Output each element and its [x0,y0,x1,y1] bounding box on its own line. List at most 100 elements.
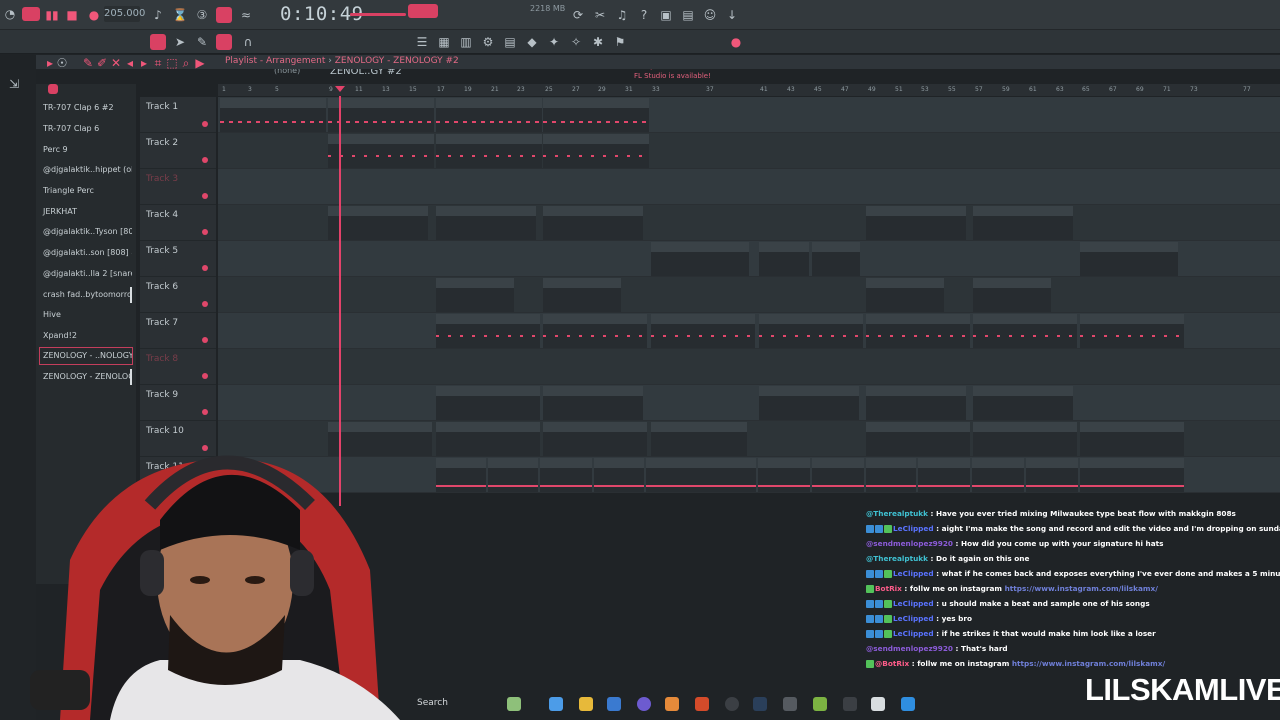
playlist-clip[interactable]: @djgal..[808] [1080,458,1184,492]
track-mute-led[interactable] [202,121,208,127]
wait-icon[interactable]: ⌛ [172,7,188,23]
playlist-clip[interactable]: crash fade @..odbytoomorrow [1080,422,1184,456]
playlist-clip[interactable]: TR-707 Clap 6 #2 [866,206,966,240]
playlist-clip[interactable]: @djg..808] [972,458,1024,492]
steam-icon[interactable] [753,697,767,711]
news-icon[interactable]: ● [728,34,744,50]
stop-icon[interactable]: ■ [64,7,80,23]
channel-item[interactable]: TR-707 Clap 6 #2 [40,100,132,116]
playlist-clip[interactable]: @djgalaktik - Skrilla 2 [snare] [1080,314,1184,348]
playlist-clip[interactable]: @djg..808] [488,458,538,492]
track-header[interactable]: Track 8 [140,349,216,385]
playlist-clip[interactable]: ZENOLOGY - ZENOLOGY #2 [328,134,434,168]
playlist-clip[interactable]: TR-707 Clap 6 [1080,242,1178,276]
playlist-clip[interactable]: @djgalaktik - Skrilla 2 [snare] [866,314,970,348]
playlist-clip[interactable]: JERKHAT [866,386,966,420]
track-header[interactable]: Track 3 [140,169,216,205]
playhead-marker-icon[interactable] [335,86,345,92]
mixer-app-icon[interactable] [813,697,827,711]
playlist-clip[interactable]: @djga..[808] [540,458,592,492]
track-header[interactable]: Track 7 [140,313,216,349]
playlist-clip[interactable]: crash fade @..odbytoomorrow [436,422,540,456]
playlist-clip[interactable]: ZENOLOGY - ZENOLOGY [328,98,434,132]
browser-toggle-icon[interactable]: ⇲ [6,76,22,92]
channel-item[interactable]: Hive [40,307,132,323]
track-header[interactable]: Track 9 [140,385,216,421]
chat-icon[interactable]: ☺ [702,7,718,23]
channel-item[interactable]: Xpand!2 [40,328,132,344]
playlist-clip[interactable]: @djgal..[808] [1026,458,1078,492]
playlist-clip[interactable]: TR-707 Clap 6 #2 [328,206,428,240]
channel-item[interactable]: @djgalaktik..Tyson [808] [40,224,132,240]
track-lane[interactable] [218,169,1280,205]
song-mode-button[interactable] [22,7,40,21]
tools-icon[interactable]: ✧ [568,34,584,50]
playlist-clip[interactable]: crash fade @..odbytoomorrow [543,422,647,456]
help-icon[interactable]: ? [636,7,652,23]
channel-item[interactable]: JERKHAT [40,204,132,220]
metronome-icon[interactable]: ♪ [150,7,166,23]
cut-icon[interactable]: ✂ [592,7,608,23]
playlist-clip[interactable]: ZENOLOGY - ZENOLOGY #2 [543,134,649,168]
track-lane[interactable]: TR-707 Clap 6 #2 TR-707 Clap 6 #2 TR-707 C… [218,205,1280,241]
playlist-clip[interactable]: ZENOLOGY - ZENOLOGY [543,98,649,132]
master-volume-slider[interactable] [350,13,406,16]
brave-icon[interactable] [695,697,709,711]
playlist-clip[interactable]: crash fade @..odbytoomorrow [973,422,1077,456]
track-lane[interactable] [218,349,1280,385]
magnet-icon[interactable]: ∩ [240,34,256,50]
chat-link[interactable]: https://www.instagram.com/lilskamx/ [1012,659,1165,668]
picker-toggle-button[interactable] [48,84,58,94]
playlist-clip[interactable]: JERKHAT [436,386,540,420]
playlist-clip[interactable]: Perc 9 [973,278,1051,312]
playlist-clip[interactable]: Perc 9 [436,278,514,312]
arrow-right-icon[interactable]: ➤ [172,34,188,50]
channel-item[interactable]: @djgalakti..son [808] #2 [40,245,132,261]
piano-roll-icon[interactable]: ▥ [458,34,474,50]
playlist-clip[interactable]: @..] [812,458,864,492]
copilot-icon[interactable] [549,697,563,711]
macros-icon[interactable]: ✱ [590,34,606,50]
track-header[interactable]: Track 4 [140,205,216,241]
track-mute-led[interactable] [202,265,208,271]
track-mute-led[interactable] [202,409,208,415]
playlist-clip[interactable]: @..] [436,458,486,492]
track-mute-led[interactable] [202,193,208,199]
track-mute-led[interactable] [202,157,208,163]
playlist-clip[interactable]: @djgal..[808] [646,458,756,492]
track-lane[interactable]: ZENOLOGY - ZENOLOGY ZENOLOGY - ZENOLOGY ZE… [218,97,1280,133]
playlist-view-button[interactable] [150,34,166,50]
track-mute-led[interactable] [202,301,208,307]
track-header[interactable]: Track 2 [140,133,216,169]
playlist-clip[interactable]: @djgalaktik - Skrilla 2 [snare] [651,314,755,348]
playback-tool-icon[interactable]: ▶ [192,55,208,71]
track-lane[interactable]: Perc 9 Perc 9 Perc 9 Perc 9 [218,277,1280,313]
channel-item[interactable]: ZENOLOGY - ZENOLOGY [40,369,132,385]
obs-icon[interactable] [725,697,739,711]
playlist-clip[interactable]: TR-7..lap 6 [812,242,860,276]
playlist-clip[interactable]: @djgalaktik - Skrilla 2 [snare] [973,314,1077,348]
pause-icon[interactable]: ▮▮ [44,7,60,23]
playlist-clip[interactable]: @djga..[808] [918,458,970,492]
playlist-clip[interactable]: @djga..[808] [866,458,916,492]
export-icon[interactable]: ▤ [680,7,696,23]
playlist-clip[interactable]: JERKHAT [543,386,643,420]
track-lane[interactable]: @djgalaktik - Skrilla 2 [snare] @djgalakt… [218,313,1280,349]
playlist-clip[interactable]: TR-707 Clap 6 [651,242,749,276]
playlist-clip[interactable]: @..] [758,458,810,492]
step-edit-icon[interactable]: ≈ [238,7,254,23]
channel-item[interactable]: Triangle Perc [40,183,132,199]
playlist-clip[interactable]: @djg..808] [594,458,644,492]
track-mute-led[interactable] [202,337,208,343]
timeline-ruler[interactable] [218,84,1280,96]
channel-item[interactable]: ZENOLOGY - ..NOLOGY #2 [39,347,133,365]
track-lane[interactable]: TR-707 Clap 6 TR-7..lap 6 TR-7..lap 6 TR-70… [218,241,1280,277]
track-mute-led[interactable] [202,373,208,379]
fl-logo-icon[interactable]: ◔ [2,6,18,22]
settings-icon[interactable]: ⚑ [612,34,628,50]
track-mute-led[interactable] [202,229,208,235]
playlist-clip[interactable]: TR-7..lap 6 [759,242,809,276]
link-button[interactable] [216,34,232,50]
playlist-clip[interactable]: @djgalaktik - Skrilla 2 [snare] [543,314,647,348]
channel-item[interactable]: @djgalakti..lla 2 [snare] [40,266,132,282]
